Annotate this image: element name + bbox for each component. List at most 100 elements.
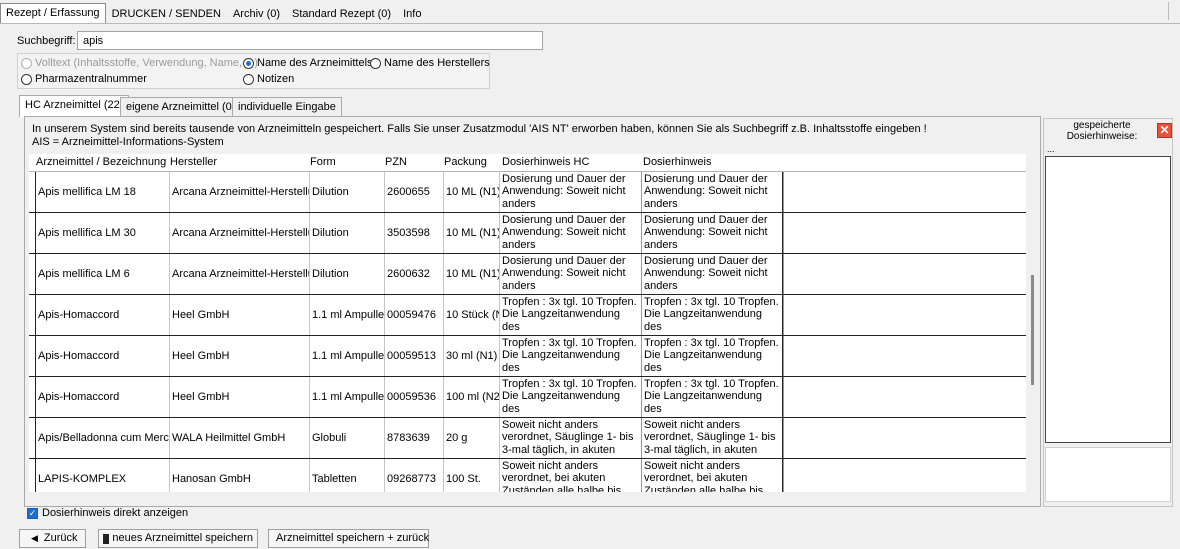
cell-pzn: 00059476 <box>385 295 444 335</box>
radio-label: Notizen <box>257 73 295 85</box>
back-button-label: Zurück <box>43 532 78 544</box>
radio-name-hersteller[interactable]: Name des Herstellers <box>370 57 490 69</box>
tab-divider <box>0 23 1180 24</box>
cell-dos_hc: Soweit nicht anders verordnet, bei akute… <box>500 459 642 492</box>
cell-dos_hc: Dosierung und Dauer der Anwendung: Sowei… <box>500 172 642 212</box>
col-header-pzn[interactable]: PZN <box>385 154 407 171</box>
window-edge <box>1168 2 1179 20</box>
radio-volltext: Volltext (Inhaltsstoffe, Verwendung, Nam… <box>21 57 258 69</box>
checkbox-label: Dosierhinweis direkt anzeigen <box>42 507 189 519</box>
radio-button-icon <box>370 57 381 69</box>
close-icon[interactable]: ✕ <box>1157 123 1172 138</box>
cell-hersteller: Heel GmbH <box>170 295 310 335</box>
cell-dos: Dosierung und Dauer der Anwendung: Sowei… <box>642 254 784 294</box>
table-row[interactable]: Apis mellifica LM 6 Arcana Arzneimittel-H… <box>29 254 1026 295</box>
save-disk-icon <box>103 533 110 544</box>
table-row[interactable]: Apis/Belladonna cum MercuriusWALA Heilmi… <box>29 418 1026 459</box>
col-header-dosierhinweis-hc[interactable]: Dosierhinweis HC <box>502 154 589 171</box>
save-back-label: Arzneimittel speichern + zurück <box>276 532 430 544</box>
cell-pzn: 8783639 <box>385 418 444 458</box>
radio-label: Name des Herstellers <box>384 57 490 69</box>
cell-packung: 20 g <box>444 418 500 458</box>
saved-dosage-list[interactable] <box>1045 156 1171 443</box>
cell-hersteller: Heel GmbH <box>170 336 310 376</box>
table-row[interactable]: LAPIS-KOMPLEX Hanosan GmbH Tabletten 092687… <box>29 459 1026 492</box>
cell-hersteller: Arcana Arzneimittel-Herstellung <box>170 213 310 253</box>
info-line: AIS = Arzneimittel-Informations-System <box>32 136 224 148</box>
radio-selected-icon <box>243 57 254 69</box>
cell-pzn: 09268773 <box>385 459 444 492</box>
radio-notizen[interactable]: Notizen <box>243 73 294 85</box>
list-marker: ... <box>1047 144 1055 154</box>
cell-hersteller: Heel GmbH <box>170 377 310 417</box>
cell-name: Apis-Homaccord <box>36 377 170 417</box>
saved-dosage-title: gespeicherte Dosierhinweise: <box>1066 120 1138 142</box>
cell-form: Tabletten <box>310 459 385 492</box>
col-header-dosierhinweis[interactable]: Dosierhinweis <box>643 154 711 171</box>
tab-drucken-senden[interactable]: DRUCKEN / SENDEN <box>106 4 227 23</box>
checkbox-dosierhinweis-direkt[interactable]: ✓ Dosierhinweis direkt anzeigen <box>27 507 188 519</box>
cell-form: Dilution <box>310 254 385 294</box>
radio-name-arzneimittel[interactable]: Name des Arzneimittels <box>243 57 373 69</box>
info-text: In unserem System sind bereits tausende … <box>30 122 1025 151</box>
cell-name: Apis/Belladonna cum Mercurius <box>36 418 170 458</box>
cell-name: LAPIS-KOMPLEX <box>36 459 170 492</box>
tab-hc-arzneimittel[interactable]: HC Arzneimittel (22) <box>19 95 130 117</box>
col-header-hersteller[interactable]: Hersteller <box>170 154 217 171</box>
cell-name: Apis mellifica LM 6 <box>36 254 170 294</box>
table-row[interactable]: Apis-Homaccord Heel GmbH 1.1 ml Ampullen 00… <box>29 377 1026 418</box>
cell-packung: 30 ml (N1) <box>444 336 500 376</box>
cell-name: Apis mellifica LM 18 <box>36 172 170 212</box>
col-header-name[interactable]: Arzneimittel / Bezeichnung <box>36 154 166 171</box>
search-input[interactable]: apis <box>77 31 543 50</box>
checkmark-icon: ✓ <box>27 507 38 519</box>
table-row[interactable]: Apis-Homaccord Heel GmbH 1.1 ml Ampullen 00… <box>29 336 1026 377</box>
horizontal-scrollbar[interactable] <box>29 492 1026 504</box>
radio-label: Pharmazentralnummer <box>35 73 147 85</box>
cell-form: Dilution <box>310 213 385 253</box>
cell-form: 1.1 ml Ampullen <box>310 336 385 376</box>
tab-individuelle-eingabe[interactable]: individuelle Eingabe <box>232 97 342 117</box>
cell-hersteller: WALA Heilmittel GmbH <box>170 418 310 458</box>
radio-label: Volltext (Inhaltsstoffe, Verwendung, Nam… <box>35 57 258 69</box>
table-row[interactable]: Apis mellifica LM 30 Arcana Arzneimittel-… <box>29 213 1026 254</box>
radio-button-icon <box>21 73 32 85</box>
cell-dos_hc: Tropfen : 3x tgl. 10 Tropfen. Die Langze… <box>500 377 642 417</box>
cell-dos: Dosierung und Dauer der Anwendung: Sowei… <box>642 172 784 212</box>
col-header-packung[interactable]: Packung <box>444 154 487 171</box>
cell-form: 1.1 ml Ampullen <box>310 377 385 417</box>
cell-packung: 100 St. <box>444 459 500 492</box>
tab-rezept-erfassung[interactable]: Rezept / Erfassung <box>0 3 106 24</box>
table-row[interactable]: Apis mellifica LM 18 Arcana Arzneimittel-… <box>29 172 1026 213</box>
radio-label: Name des Arzneimittels <box>257 57 373 69</box>
scrollbar-thumb[interactable] <box>1031 275 1034 385</box>
cell-packung: 100 ml (N2) <box>444 377 500 417</box>
cell-hersteller: Hanosan GmbH <box>170 459 310 492</box>
cell-packung: 10 ML (N1) <box>444 213 500 253</box>
dosage-detail-box[interactable] <box>1045 447 1171 502</box>
radio-pzn[interactable]: Pharmazentralnummer <box>21 73 147 85</box>
info-line: In unserem System sind bereits tausende … <box>32 123 927 135</box>
tab-standard-rezept[interactable]: Standard Rezept (0) <box>286 4 397 23</box>
cell-dos_hc: Tropfen : 3x tgl. 10 Tropfen. Die Langze… <box>500 295 642 335</box>
table-row[interactable]: Apis-Homaccord Heel GmbH 1.1 ml Ampullen 00… <box>29 295 1026 336</box>
grid-line <box>35 172 36 492</box>
tab-eigene-arzneimittel[interactable]: eigene Arzneimittel (0) <box>120 97 242 117</box>
cell-dos_hc: Dosierung und Dauer der Anwendung: Sowei… <box>500 213 642 253</box>
radio-button-icon <box>243 73 254 85</box>
cell-dos_hc: Dosierung und Dauer der Anwendung: Sowei… <box>500 254 642 294</box>
cell-pzn: 00059513 <box>385 336 444 376</box>
tab-info[interactable]: Info <box>397 4 427 23</box>
cell-dos: Tropfen : 3x tgl. 10 Tropfen. Die Langze… <box>642 295 784 335</box>
save-new-label: neues Arzneimittel speichern <box>112 532 253 544</box>
cell-packung: 10 Stück (N1) <box>444 295 500 335</box>
cell-form: Dilution <box>310 172 385 212</box>
back-button[interactable]: ◀ Zurück <box>19 529 86 548</box>
tab-archiv[interactable]: Archiv (0) <box>227 4 286 23</box>
col-header-form[interactable]: Form <box>310 154 336 171</box>
cell-dos: Tropfen : 3x tgl. 10 Tropfen. Die Langze… <box>642 336 784 376</box>
save-back-button[interactable]: Arzneimittel speichern + zurück <box>268 529 429 548</box>
cell-dos_hc: Tropfen : 3x tgl. 10 Tropfen. Die Langze… <box>500 336 642 376</box>
save-new-button[interactable]: neues Arzneimittel speichern <box>98 529 258 548</box>
cell-pzn: 2600655 <box>385 172 444 212</box>
